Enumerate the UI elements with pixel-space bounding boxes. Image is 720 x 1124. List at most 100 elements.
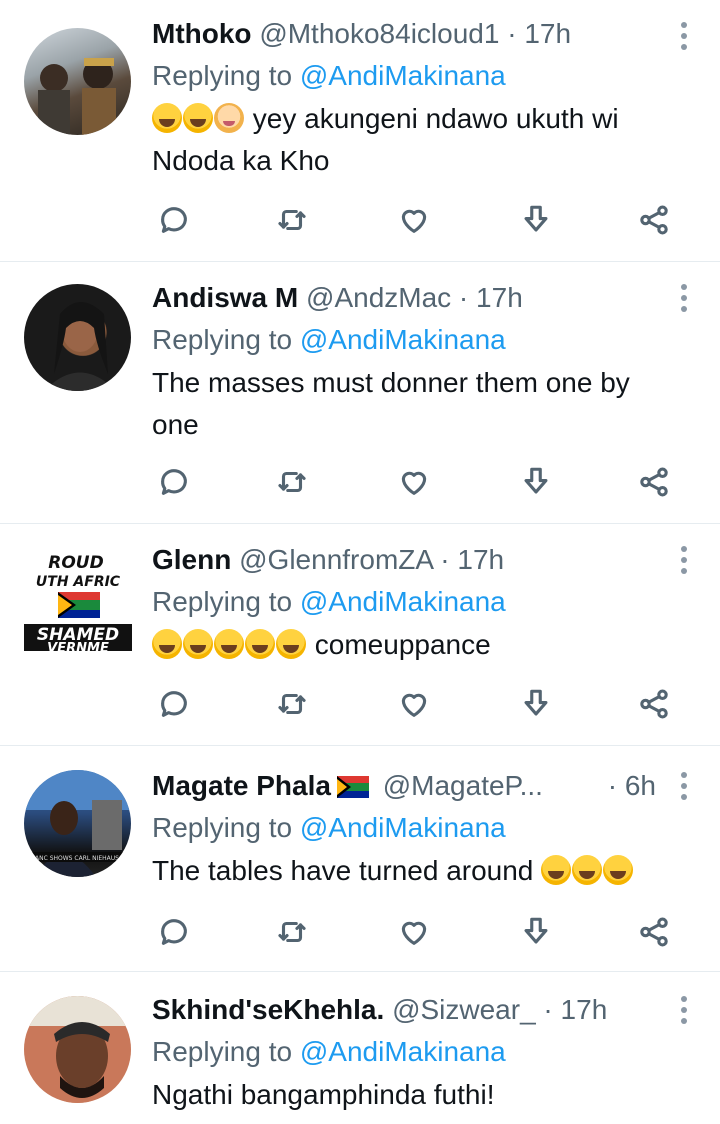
share-icon[interactable] xyxy=(632,682,676,726)
replying-prefix: Replying to xyxy=(152,586,300,617)
timestamp[interactable]: 17h xyxy=(476,282,523,313)
avatar[interactable]: ANC SHOWS CARL NIEHAUS xyxy=(24,770,131,877)
tweet-text: comeuppance xyxy=(152,624,650,666)
tweet[interactable]: Andiswa M @AndzMac · 17h Replying to @An… xyxy=(0,262,720,524)
action-bar xyxy=(152,460,680,504)
mention-link[interactable]: @AndiMakinana xyxy=(300,586,506,617)
replying-to: Replying to @AndiMakinana xyxy=(152,322,650,358)
retweet-icon[interactable] xyxy=(270,682,314,726)
tweet-body: Ngathi bangamphinda futhi! xyxy=(152,1079,495,1110)
download-icon[interactable] xyxy=(514,910,558,954)
tweet[interactable]: ROUD UTH AFRIC SHAMED VERNME Glenn @Glen… xyxy=(0,524,720,746)
timestamp[interactable]: 6h xyxy=(625,770,656,801)
replying-to: Replying to @AndiMakinana xyxy=(152,810,650,846)
replying-to: Replying to @AndiMakinana xyxy=(152,1034,650,1070)
tweet-header: Skhind'seKhehla. @Sizwear_ · 17h xyxy=(152,992,650,1028)
comment-icon[interactable] xyxy=(152,198,196,242)
timestamp[interactable]: 17h xyxy=(457,544,504,575)
tweet-text: The masses must donner them one by one xyxy=(152,362,650,446)
replying-prefix: Replying to xyxy=(152,1036,300,1067)
tweet-header: Andiswa M @AndzMac · 17h xyxy=(152,280,650,316)
comment-icon[interactable] xyxy=(152,910,196,954)
action-bar xyxy=(152,910,680,954)
mention-link[interactable]: @AndiMakinana xyxy=(300,324,506,355)
comment-icon[interactable] xyxy=(152,460,196,504)
more-vertical-icon[interactable] xyxy=(680,772,688,802)
avatar-text-line: VERNME xyxy=(47,641,109,651)
display-name[interactable]: Skhind'seKhehla. xyxy=(152,994,384,1025)
rofl-emoji-icon xyxy=(152,103,182,133)
action-bar xyxy=(152,198,680,242)
handle[interactable]: @Mthoko84icloud1 xyxy=(259,18,499,49)
heart-icon[interactable] xyxy=(392,460,436,504)
rofl-emoji-icon xyxy=(245,629,275,659)
mention-link[interactable]: @AndiMakinana xyxy=(300,60,506,91)
more-vertical-icon[interactable] xyxy=(680,546,688,576)
replying-to: Replying to @AndiMakinana xyxy=(152,584,650,620)
tweet[interactable]: Skhind'seKhehla. @Sizwear_ · 17h Replyin… xyxy=(0,972,720,1124)
action-bar xyxy=(152,682,680,726)
display-name[interactable]: Magate Phala xyxy=(152,770,331,801)
heart-icon[interactable] xyxy=(392,910,436,954)
tweet-text: Ngathi bangamphinda futhi! xyxy=(152,1074,650,1116)
replying-prefix: Replying to xyxy=(152,812,300,843)
handle[interactable]: @Sizwear_ xyxy=(392,994,536,1025)
heart-icon[interactable] xyxy=(392,682,436,726)
rofl-emoji-icon xyxy=(214,629,244,659)
tweet-header: Mthoko @Mthoko84icloud1 · 17h xyxy=(152,16,650,52)
separator-dot: · xyxy=(499,18,525,49)
tweet[interactable]: Mthoko @Mthoko84icloud1 · 17h Replying t… xyxy=(0,0,720,262)
joy-emoji-icon xyxy=(183,103,213,133)
rofl-emoji-icon xyxy=(603,855,634,885)
tweet[interactable]: ANC SHOWS CARL NIEHAUS Magate Phala @Mag… xyxy=(0,746,720,972)
avatar[interactable] xyxy=(24,284,131,391)
timestamp[interactable]: 17h xyxy=(524,18,571,49)
more-vertical-icon[interactable] xyxy=(680,22,688,52)
avatar-text-line: ROUD xyxy=(48,553,103,573)
heart-icon[interactable] xyxy=(392,198,436,242)
avatar[interactable] xyxy=(24,28,131,135)
display-name[interactable]: Glenn xyxy=(152,544,231,575)
avatar-text-line: UTH AFRIC xyxy=(36,574,121,590)
mention-link[interactable]: @AndiMakinana xyxy=(300,1036,506,1067)
tweet-header: Magate Phala @MagateP... · 6h xyxy=(152,768,656,804)
tweet-text: The tables have turned around xyxy=(152,850,650,892)
tweet-body: The masses must donner them one by one xyxy=(152,367,630,440)
separator-dot: · xyxy=(607,770,625,801)
rofl-emoji-icon xyxy=(183,629,213,659)
more-vertical-icon[interactable] xyxy=(680,996,688,1026)
share-icon[interactable] xyxy=(632,198,676,242)
display-name[interactable]: Mthoko xyxy=(152,18,252,49)
separator-dot: · xyxy=(432,544,458,575)
retweet-icon[interactable] xyxy=(270,198,314,242)
mention-link[interactable]: @AndiMakinana xyxy=(300,812,506,843)
handle[interactable]: @GlennfromZA xyxy=(239,544,432,575)
replying-prefix: Replying to xyxy=(152,60,300,91)
display-name[interactable]: Andiswa M xyxy=(152,282,298,313)
rofl-emoji-icon xyxy=(541,855,572,885)
tweet-body: comeuppance xyxy=(314,629,491,660)
tweet-body: The tables have turned around xyxy=(152,855,534,886)
avatar-caption: ANC SHOWS CARL NIEHAUS xyxy=(35,855,119,862)
avatar[interactable]: ROUD UTH AFRIC SHAMED VERNME xyxy=(24,544,132,651)
tweet-header: Glenn @GlennfromZA · 17h xyxy=(152,542,650,578)
replying-to: Replying to @AndiMakinana xyxy=(152,58,650,94)
retweet-icon[interactable] xyxy=(270,910,314,954)
more-vertical-icon[interactable] xyxy=(680,284,688,314)
download-icon[interactable] xyxy=(514,682,558,726)
share-icon[interactable] xyxy=(632,460,676,504)
retweet-icon[interactable] xyxy=(270,460,314,504)
rofl-emoji-icon xyxy=(572,855,603,885)
download-icon[interactable] xyxy=(514,460,558,504)
share-icon[interactable] xyxy=(632,910,676,954)
person-shrugging-emoji-icon xyxy=(214,103,244,133)
rofl-emoji-icon xyxy=(152,629,182,659)
download-icon[interactable] xyxy=(514,198,558,242)
comment-icon[interactable] xyxy=(152,682,196,726)
avatar[interactable] xyxy=(24,996,131,1103)
handle[interactable]: @AndzMac xyxy=(306,282,451,313)
tweet-text: yey akungeni ndawo ukuth wi Ndoda ka Kho xyxy=(152,98,650,182)
rofl-emoji-icon xyxy=(276,629,306,659)
timestamp[interactable]: 17h xyxy=(561,994,608,1025)
handle[interactable]: @MagateP... xyxy=(383,770,543,801)
